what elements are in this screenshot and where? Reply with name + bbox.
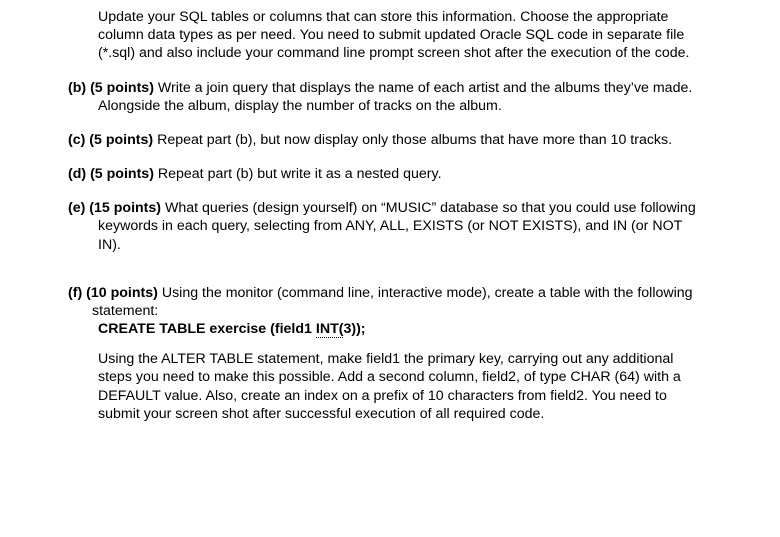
statement-link: INT( [316,321,344,338]
item-f-statement: CREATE TABLE exercise (field1 INT(3)); [68,320,698,338]
item-f-body: Using the ALTER TABLE statement, make fi… [68,350,698,423]
item-f-lead-text: Using the monitor (command line, interac… [92,285,693,319]
item-e: (e) (15 points) What queries (design you… [68,199,698,254]
item-f-label: (f) [68,285,82,301]
statement-post: 3)); [343,321,365,337]
item-e-label: (e) [68,200,85,216]
item-d-label: (d) [68,166,86,182]
item-f-points: (10 points) [86,285,158,301]
item-f: (f) (10 points) Using the monitor (comma… [68,284,698,423]
item-d: (d) (5 points) Repeat part (b) but write… [68,165,698,183]
item-e-points: (15 points) [89,200,161,216]
item-b-points: (5 points) [90,80,154,96]
item-c-label: (c) [68,132,85,148]
item-f-body-text: Using the ALTER TABLE statement, make fi… [98,351,681,422]
intro-text: Update your SQL tables or columns that c… [98,9,689,61]
statement-pre: CREATE TABLE exercise (field1 [98,321,316,337]
item-c-text: Repeat part (b), but now display only th… [157,132,672,148]
item-c: (c) (5 points) Repeat part (b), but now … [68,131,698,149]
item-c-points: (5 points) [89,132,153,148]
item-d-points: (5 points) [90,166,154,182]
item-e-text: What queries (design yourself) on “MUSIC… [98,200,696,252]
item-f-lead: (f) (10 points) Using the monitor (comma… [68,284,698,320]
document-page: Update your SQL tables or columns that c… [0,0,780,423]
item-d-text: Repeat part (b) but write it as a nested… [158,166,442,182]
intro-paragraph: Update your SQL tables or columns that c… [68,8,698,63]
item-b-text: Write a join query that displays the nam… [98,80,692,114]
item-b-label: (b) [68,80,86,96]
item-b: (b) (5 points) Write a join query that d… [68,79,698,115]
